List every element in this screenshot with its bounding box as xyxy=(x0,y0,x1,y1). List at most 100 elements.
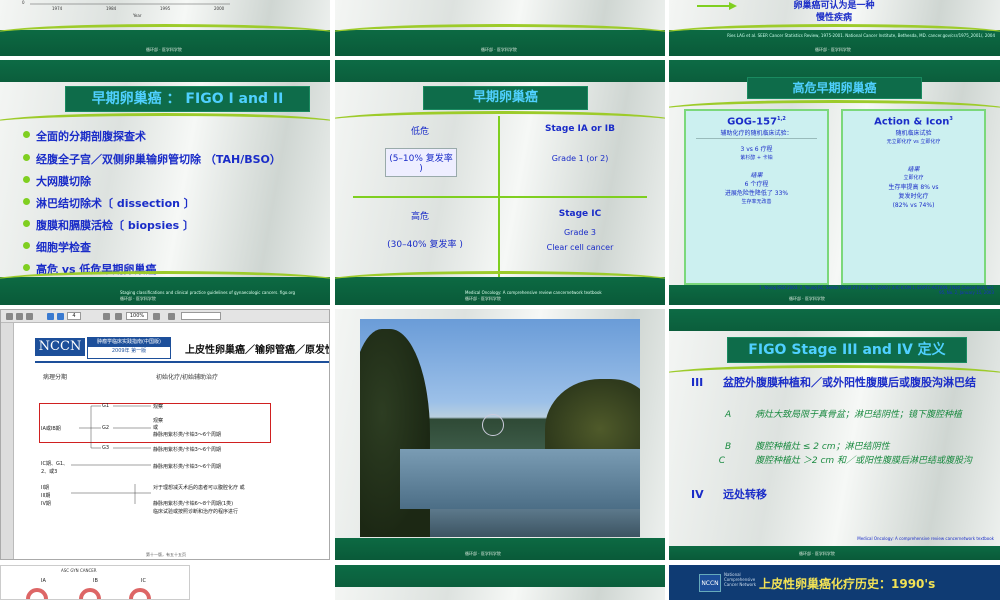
stage-row-label: II期 xyxy=(41,485,49,491)
slide-reference: Medical Oncology: A comprehensive review… xyxy=(465,290,602,295)
stage-row-label: IA或IB期 xyxy=(41,426,61,432)
stage-row-label: IC期、G1、2、或3 xyxy=(41,461,69,475)
slide-thumbnail-9[interactable]: FIGO Stage III and IV 定义 III 盆腔外腹膜种植和／或外阳… xyxy=(669,309,1000,560)
gog157-box: GOG-1571,2 辅助化疗的随机临床试验： 3 vs 6 疗程 紫杉醇 + … xyxy=(684,109,829,285)
slide-thumbnail-5[interactable]: 早期卵巢癌 低危 (5–10% 复发率 ) Stage IA or IB Gra… xyxy=(335,60,665,305)
stage-ic-grade: Grade 3 xyxy=(563,228,597,237)
slide-title: 早期卵巢癌 ： FIGO I and II xyxy=(65,86,310,112)
substage-c-text: 腹腔种植灶 ＞2 cm 和／或阳性腹膜后淋巴结或腹股沟 xyxy=(755,456,973,466)
quadrant-divider xyxy=(353,116,647,277)
slide-thumbnail-6[interactable]: 高危早期卵巢癌 GOG-1571,2 辅助化疗的随机临床试验： 3 vs 6 疗… xyxy=(669,60,1000,305)
arrow-right-icon xyxy=(697,2,737,10)
substage-a-text: 病灶大致局限于真骨盆；淋巴结阴性；镜下腹腔种植 xyxy=(755,410,963,420)
slide-title: 上皮性卵巢癌化疗历史：1990's xyxy=(759,577,936,591)
slide-thumbnail-1[interactable]: 0 1974 1984 1995 2000 Year 循环部 · 医学科学院 xyxy=(0,0,330,56)
box-line: 随机临床试验 xyxy=(895,130,932,138)
option-text: 或 xyxy=(153,425,159,431)
box-line: 6 个疗程 xyxy=(744,181,769,189)
grade-label: G3 xyxy=(102,445,110,451)
stage-iii-row: III 盆腔外腹膜种植和／或外阳性腹膜后或腹股沟淋巴结 xyxy=(691,376,981,390)
option-text: 静脉用紫杉类/卡铂3～6个周期 xyxy=(153,464,222,470)
bullet-item: 腹膜和膈膜活检〔 biopsies 〕 xyxy=(23,217,194,233)
box-line: 3 vs 6 疗程 xyxy=(740,146,773,154)
stage-ic-histology: Clear cell cancer xyxy=(546,243,614,252)
box-line: 生存率无改善 xyxy=(741,199,772,206)
box-line: 结果 xyxy=(750,172,763,180)
pdf-footer: 第十一版，有五十五页 xyxy=(146,552,186,557)
gog157-citation: 1,2 xyxy=(777,116,786,122)
stage-ia-ib-grade: Grade 1 (or 2) xyxy=(551,154,609,163)
slide-thumbnail-3[interactable]: 卵巢癌可认为是一种 慢性疾病 Ries LAG et al. SEER Canc… xyxy=(669,0,1000,56)
landscape-photo xyxy=(360,319,640,537)
gog157-heading: GOG-157 xyxy=(727,116,778,128)
chart-xtick: 1984 xyxy=(106,6,117,11)
slide-thumbnail-11[interactable] xyxy=(335,565,665,600)
slide-footer-text: 循环部 · 医学科学院 xyxy=(815,47,851,52)
option-text: 观察 xyxy=(153,418,164,424)
chart-xtick: 1974 xyxy=(52,6,63,11)
ovary-diagram xyxy=(79,588,101,599)
slide-footer-text: 循环部 · 医学科学院 xyxy=(799,551,835,556)
stage-iv-text: 远处转移 xyxy=(723,488,767,501)
substage-c-label: C xyxy=(718,456,725,466)
nccn-logo: NCCN xyxy=(699,574,721,592)
stage-diagram-label: IB xyxy=(93,578,98,584)
slide-thumbnail-2[interactable]: 循环部 · 医学科学院 xyxy=(335,0,665,56)
option-text: 对于理想减灭术后的患者可以腹腔化疗 或 xyxy=(153,485,245,491)
option-text: 观察 xyxy=(153,404,164,410)
slide-reference: Staging classifications and clinical pra… xyxy=(120,290,296,295)
slide-title: 高危早期卵巢癌 xyxy=(747,77,922,99)
slide-references: 1. Young RSO 2003. 2. Young RC. Semin On… xyxy=(759,285,994,295)
slide-line: 卵巢癌可认为是一种 xyxy=(793,1,875,11)
slide-reference: Medical Oncology: A comprehensive review… xyxy=(857,536,994,541)
slide-thumbnail-4[interactable]: 早期卵巢癌 ： FIGO I and II 全面的分期剖腹探查术 经腹全子宫／双… xyxy=(0,60,330,305)
slide-footer-text: 循环部 · 医学科学院 xyxy=(146,47,182,52)
substage-b-label: B xyxy=(725,442,732,452)
stage-diagram-label: IA xyxy=(41,578,46,584)
slide-footer-text: 循环部 · 医学科学院 xyxy=(465,551,501,556)
bullet-item: 淋巴结切除术〔 dissection 〕 xyxy=(23,195,195,211)
box-line: 结果 xyxy=(907,166,920,174)
slide-footer-text: 循环部 · 医学科学院 xyxy=(120,296,156,301)
slide-footer-text: 循环部 · 医学科学院 xyxy=(789,296,825,301)
page-header-text: ASC GYN CANCER xyxy=(61,568,97,573)
ovary-diagram xyxy=(26,588,48,599)
bullet-item: 大网膜切除 xyxy=(23,173,91,189)
stage-iii-text: 盆腔外腹膜种植和／或外阳性腹膜后或腹股沟淋巴结 xyxy=(723,376,976,389)
option-text: 静脉用紫杉类/卡铂3～6个周期 xyxy=(153,432,222,438)
box-line: 紫杉醇 + 卡铂 xyxy=(740,155,773,162)
bullet-item: 经腹全子宫／双侧卵巢输卵管切除 （TAH/BSO） xyxy=(23,151,281,167)
slide-thumbnail-10[interactable]: ASC GYN CANCER IA IB IC xyxy=(0,565,190,600)
action-icon-box: Action & Icon3 随机临床试验 无立即化疗 vs 立即化疗 结果 立… xyxy=(841,109,986,285)
option-text: 静脉用紫杉类/卡铂3～6个周期 xyxy=(153,447,222,453)
box-line: 立即化疗 xyxy=(903,175,924,182)
substage-b: B 腹腔种植灶 ≤ 2 cm；淋巴结阴性 xyxy=(725,439,975,452)
box-line: 无立即化疗 vs 立即化疗 xyxy=(886,139,941,146)
slide-footer-text: 循环部 · 医学科学院 xyxy=(465,296,501,301)
slide-title: FIGO Stage III and IV 定义 xyxy=(727,337,967,363)
substage-c: C 腹腔种植灶 ＞2 cm 和／或阳性腹膜后淋巴结或腹股沟 xyxy=(691,455,981,467)
chart-xtick: 2000 xyxy=(214,6,225,11)
substage-a-label: A xyxy=(725,410,732,420)
stage-iii-label: III xyxy=(691,376,704,389)
low-risk-heading: 低危 xyxy=(410,127,429,137)
slide-header-band xyxy=(335,565,665,587)
ferris-wheel xyxy=(482,414,504,436)
stage-iv-row: IV 远处转移 xyxy=(691,486,767,502)
stage-ic-heading: Stage IC xyxy=(558,209,602,219)
stage-iv-label: IV xyxy=(691,488,704,501)
stage-ia-ib-heading: Stage IA or IB xyxy=(545,124,615,134)
pdf-viewer-thumbnail[interactable]: 4 100% NCCN 肿瘤学临床实践指南(中国版) 2009年 第一版 上皮性… xyxy=(0,309,330,560)
slide-body-text: 卵巢癌可认为是一种 慢性疾病 xyxy=(769,0,899,24)
stage-row-label: III期 xyxy=(41,493,51,499)
option-text: 临床试验或按照诊断和治疗的程序进行 xyxy=(153,509,239,515)
slide-thumbnail-12[interactable]: NCCN National Comprehensive Cancer Netwo… xyxy=(669,565,1000,600)
grade-label: G1 xyxy=(102,403,110,409)
box-line: 生存率提高 8% vs xyxy=(888,184,939,192)
box-line: (82% vs 74%) xyxy=(892,202,935,210)
lake-water xyxy=(400,449,640,509)
stage-diagram-label: IC xyxy=(141,578,146,584)
box-line: 辅助化疗的随机临床试验： xyxy=(696,129,817,140)
slide-thumbnail-8[interactable]: 循环部 · 医学科学院 xyxy=(335,309,665,560)
slide-line: 慢性疾病 xyxy=(815,13,852,23)
